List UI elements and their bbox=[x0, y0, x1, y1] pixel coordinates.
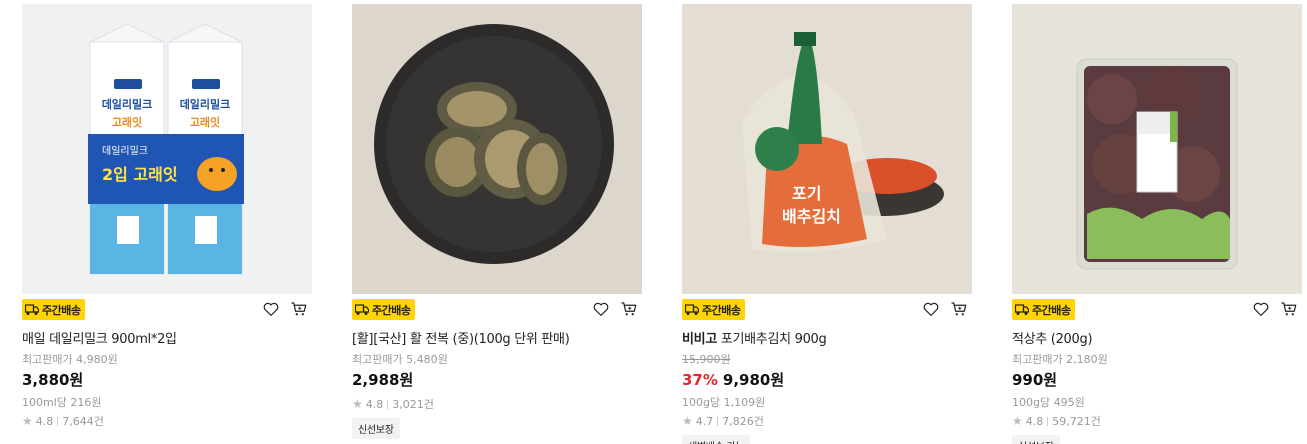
truck-icon bbox=[355, 304, 369, 315]
product-image[interactable] bbox=[352, 4, 642, 294]
sale-price: 990원 bbox=[1012, 371, 1058, 389]
svg-text:포기: 포기 bbox=[792, 184, 821, 203]
discount-rate: 37% bbox=[682, 371, 718, 389]
fresh-guarantee-tag: 신선보장 bbox=[1012, 435, 1060, 444]
cart-icon[interactable] bbox=[1280, 300, 1298, 318]
svg-text:고래잇: 고래잇 bbox=[190, 115, 220, 129]
heart-icon[interactable] bbox=[922, 300, 940, 318]
product-image[interactable]: 포기 배추김치 bbox=[682, 4, 972, 294]
badge-label: 주간배송 bbox=[42, 303, 81, 317]
heart-icon[interactable] bbox=[1252, 300, 1270, 318]
heart-icon[interactable] bbox=[262, 300, 280, 318]
svg-text:배추김치: 배추김치 bbox=[782, 207, 841, 226]
rating: ★ 4.8 59,721건 bbox=[1012, 414, 1101, 428]
badge-label: 주간배송 bbox=[1032, 303, 1071, 317]
cart-icon[interactable] bbox=[950, 300, 968, 318]
product-card[interactable]: 포기 배추김치 주간배송 비비고 포기배추김치 900g 15,900원 37%… bbox=[682, 4, 972, 444]
rating: ★ 4.8 3,021건 bbox=[352, 397, 434, 411]
product-name[interactable]: 매일 데일리밀크 900ml*2입 bbox=[22, 328, 312, 347]
heart-icon[interactable] bbox=[592, 300, 610, 318]
unit-price: 100ml당 216원 bbox=[22, 396, 102, 409]
product-name[interactable]: 비비고 포기배추김치 900g bbox=[682, 328, 972, 347]
product-grid: 데일리밀크 고래잇 데일리밀크 고래잇 데일리밀크 2입 고래잇 주간배송 매일… bbox=[0, 0, 1307, 444]
svg-text:데일리밀크: 데일리밀크 bbox=[180, 97, 231, 111]
product-name[interactable]: 적상추 (200g) bbox=[1012, 328, 1302, 347]
cart-icon[interactable] bbox=[290, 300, 308, 318]
sale-price: 37% 9,980원 bbox=[682, 371, 785, 389]
fresh-guarantee-tag: 신선보장 bbox=[352, 418, 400, 439]
rating: ★ 4.7 7,826건 bbox=[682, 414, 764, 428]
star-icon: ★ bbox=[1012, 414, 1023, 428]
truck-icon bbox=[1015, 304, 1029, 315]
sale-price: 3,880원 bbox=[22, 371, 84, 389]
product-card[interactable]: 데일리밀크 고래잇 데일리밀크 고래잇 데일리밀크 2입 고래잇 주간배송 매일… bbox=[22, 4, 312, 429]
dawn-delivery-tag: 새벽배송 가능 bbox=[682, 435, 751, 444]
svg-text:데일리밀크: 데일리밀크 bbox=[102, 145, 148, 157]
weekly-delivery-badge: 주간배송 bbox=[682, 299, 746, 320]
truck-icon bbox=[25, 304, 39, 315]
product-card[interactable]: 주간배송 적상추 (200g) 최고판매가 2,180원 990원 100g당 … bbox=[1012, 4, 1302, 444]
reference-price: 최고판매가 5,480원 bbox=[352, 353, 448, 366]
reference-price: 최고판매가 4,980원 bbox=[22, 353, 118, 366]
sale-price: 2,988원 bbox=[352, 371, 414, 389]
svg-text:고래잇: 고래잇 bbox=[112, 115, 142, 129]
unit-price: 100g당 495원 bbox=[1012, 396, 1085, 409]
star-icon: ★ bbox=[682, 414, 693, 428]
weekly-delivery-badge: 주간배송 bbox=[22, 299, 86, 320]
cart-icon[interactable] bbox=[620, 300, 638, 318]
product-card[interactable]: 주간배송 [활][국산] 활 전복 (중)(100g 단위 판매) 최고판매가 … bbox=[352, 4, 642, 439]
svg-text:2입 고래잇: 2입 고래잇 bbox=[102, 165, 178, 184]
svg-text:데일리밀크: 데일리밀크 bbox=[102, 97, 153, 111]
product-name[interactable]: [활][국산] 활 전복 (중)(100g 단위 판매) bbox=[352, 328, 642, 347]
truck-icon bbox=[685, 304, 699, 315]
badge-label: 주간배송 bbox=[372, 303, 411, 317]
original-price: 15,900원 bbox=[682, 353, 731, 366]
weekly-delivery-badge: 주간배송 bbox=[1012, 299, 1076, 320]
star-icon: ★ bbox=[352, 397, 363, 411]
reference-price: 최고판매가 2,180원 bbox=[1012, 353, 1108, 366]
star-icon: ★ bbox=[22, 414, 33, 428]
product-image[interactable]: 데일리밀크 고래잇 데일리밀크 고래잇 데일리밀크 2입 고래잇 bbox=[22, 4, 312, 294]
badge-label: 주간배송 bbox=[702, 303, 741, 317]
rating: ★ 4.8 7,644건 bbox=[22, 414, 104, 428]
unit-price: 100g당 1,109원 bbox=[682, 396, 766, 409]
product-image[interactable] bbox=[1012, 4, 1302, 294]
weekly-delivery-badge: 주간배송 bbox=[352, 299, 416, 320]
